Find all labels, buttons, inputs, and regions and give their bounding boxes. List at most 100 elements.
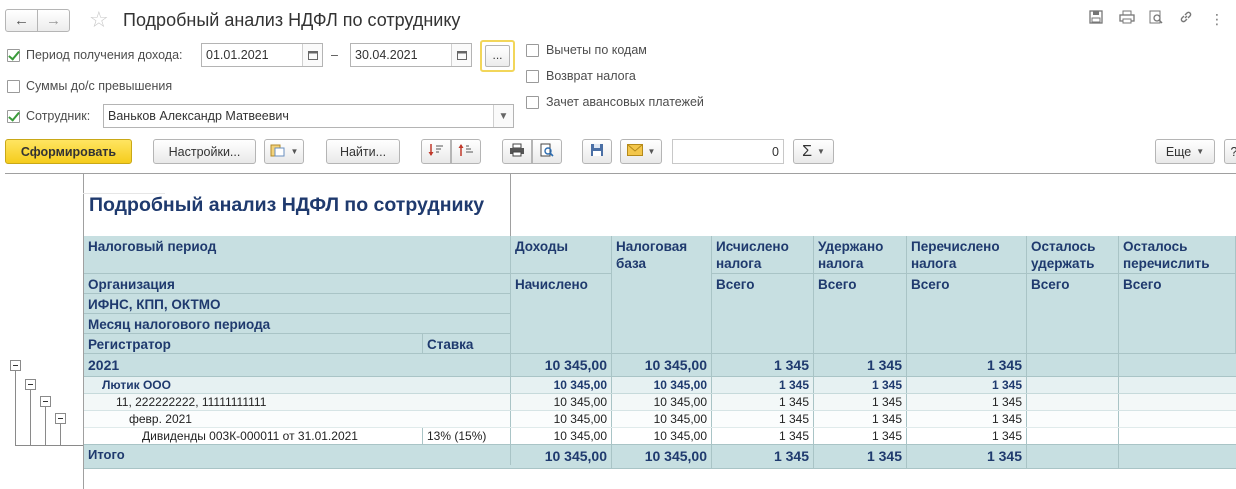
header-rate: Ставка (423, 334, 511, 354)
cell-income: 10 345,00 (511, 411, 612, 427)
variants-button[interactable]: ▼ (264, 139, 304, 164)
sort-asc-button[interactable] (451, 139, 481, 164)
more-label: Еще (1165, 144, 1192, 159)
back-button[interactable]: ← (5, 9, 38, 32)
cell-income: 10 345,00 (511, 377, 612, 393)
employee-label: Сотрудник: (26, 109, 91, 123)
favorite-star-icon[interactable]: ☆ (89, 7, 109, 33)
save-report-button[interactable] (582, 139, 612, 164)
option-refund-label: Возврат налога (546, 69, 636, 83)
table-row[interactable]: 11, 222222222, 11111111111 10 345,00 10 … (84, 394, 1236, 411)
table-row-total[interactable]: Итого 10 345,00 10 345,00 1 345 1 345 1 … (84, 445, 1236, 469)
employee-checkbox[interactable] (7, 110, 20, 123)
row-label: Лютик ООО (84, 377, 511, 393)
period-checkbox[interactable] (7, 49, 20, 62)
header-left-transfer: Осталось перечислить (1119, 236, 1236, 274)
employee-field[interactable]: Ваньков Александр Матвеевич ▼ (103, 104, 514, 128)
employee-value: Ваньков Александр Матвеевич (108, 109, 289, 123)
header-left-transfer-total: Всего (1119, 274, 1236, 354)
header-withheld: Удержано налога (814, 236, 907, 274)
sigma-icon: Σ (802, 142, 812, 160)
cell-withheld: 1 345 (814, 394, 907, 410)
period-dash: – (331, 48, 338, 62)
cell-left-withhold (1027, 411, 1119, 427)
cell-base: 10 345,00 (612, 377, 712, 393)
forward-button[interactable]: → (37, 9, 70, 32)
arrow-left-icon: ← (14, 12, 29, 29)
option-advance-label: Зачет авансовых платежей (546, 95, 704, 109)
calendar-icon[interactable] (451, 44, 471, 66)
cell-transferred: 1 345 (907, 428, 1027, 444)
table-row[interactable]: Лютик ООО 10 345,00 10 345,00 1 345 1 34… (84, 377, 1236, 394)
caret-down-icon: ▼ (816, 147, 825, 156)
cell-withheld: 1 345 (814, 354, 907, 376)
option-advance-checkbox[interactable] (526, 96, 539, 109)
help-icon: ? (1231, 145, 1236, 159)
cell-left-withhold (1027, 445, 1119, 468)
cell-base: 10 345,00 (612, 354, 712, 376)
table-row[interactable]: Дивиденды 003К-000011 от 31.01.2021 13% … (84, 428, 1236, 445)
table-row[interactable]: февр. 2021 10 345,00 10 345,00 1 345 1 3… (84, 411, 1236, 428)
more-vertical-icon[interactable]: ⋮ (1208, 10, 1226, 28)
collapse-org-icon[interactable] (25, 379, 36, 390)
cell-calculated: 1 345 (712, 428, 814, 444)
preview-icon[interactable] (1147, 10, 1165, 28)
collapse-month-icon[interactable] (55, 413, 66, 424)
cell-base: 10 345,00 (612, 445, 712, 468)
cell-left-transfer (1119, 377, 1236, 393)
send-mail-button[interactable]: ▼ (620, 139, 662, 164)
period-to-field[interactable]: 30.04.2021 (350, 43, 472, 67)
sort-desc-button[interactable] (421, 139, 451, 164)
cell-left-transfer (1119, 354, 1236, 376)
sums-checkbox[interactable] (7, 80, 20, 93)
report-variants-icon (270, 143, 286, 160)
table-row[interactable]: 2021 10 345,00 10 345,00 1 345 1 345 1 3… (84, 353, 1236, 377)
option-deductions-checkbox[interactable] (526, 44, 539, 57)
save-icon[interactable] (1087, 10, 1105, 28)
cell-calculated: 1 345 (712, 394, 814, 410)
cell-rate: 13% (15%) (423, 428, 511, 444)
cell-transferred: 1 345 (907, 377, 1027, 393)
sum-mode-button[interactable]: Σ ▼ (793, 139, 834, 164)
period-from-field[interactable]: 01.01.2021 (201, 43, 323, 67)
floppy-disk-icon (590, 143, 604, 160)
collapse-year-icon[interactable] (10, 360, 21, 371)
cell-left-transfer (1119, 411, 1236, 427)
envelope-icon (626, 144, 643, 159)
caret-down-icon: ▼ (1196, 147, 1205, 156)
cell-transferred: 1 345 (907, 411, 1027, 427)
print-preview-icon (540, 143, 554, 160)
period-picker-button[interactable]: ... (480, 40, 515, 72)
selected-sum-field[interactable]: 0 (672, 139, 784, 164)
header-transferred: Перечислено налога (907, 236, 1027, 274)
cell-income: 10 345,00 (511, 445, 612, 468)
header-transferred-total: Всего (907, 274, 1027, 354)
cell-base: 10 345,00 (612, 394, 712, 410)
caret-down-icon: ▼ (290, 147, 299, 156)
collapse-ifns-icon[interactable] (40, 396, 51, 407)
calendar-icon[interactable] (302, 44, 322, 66)
cell-transferred: 1 345 (907, 394, 1027, 410)
cell-transferred: 1 345 (907, 354, 1027, 376)
option-refund-checkbox[interactable] (526, 70, 539, 83)
period-to-value: 30.04.2021 (355, 48, 418, 62)
sums-label: Суммы до/с превышения (26, 79, 173, 93)
link-icon[interactable] (1177, 10, 1195, 28)
more-button[interactable]: Еще ▼ (1155, 139, 1215, 164)
row-label[interactable]: Дивиденды 003К-000011 от 31.01.2021 (84, 428, 423, 444)
cell-base: 10 345,00 (612, 428, 712, 444)
help-button[interactable]: ? (1224, 139, 1236, 164)
dropdown-icon[interactable]: ▼ (493, 105, 513, 127)
find-button[interactable]: Найти... (326, 139, 400, 164)
cell-left-transfer (1119, 445, 1236, 468)
cell-calculated: 1 345 (712, 411, 814, 427)
header-left-withhold-total: Всего (1027, 274, 1119, 354)
print-button[interactable] (502, 139, 532, 164)
print-icon[interactable] (1118, 10, 1136, 28)
header-calculated: Исчислено налога (712, 236, 814, 274)
generate-button[interactable]: Сформировать (5, 139, 132, 164)
preview-button[interactable] (532, 139, 562, 164)
settings-button[interactable]: Настройки... (153, 139, 256, 164)
header-withheld-total: Всего (814, 274, 907, 354)
header-organization: Организация (84, 274, 511, 294)
